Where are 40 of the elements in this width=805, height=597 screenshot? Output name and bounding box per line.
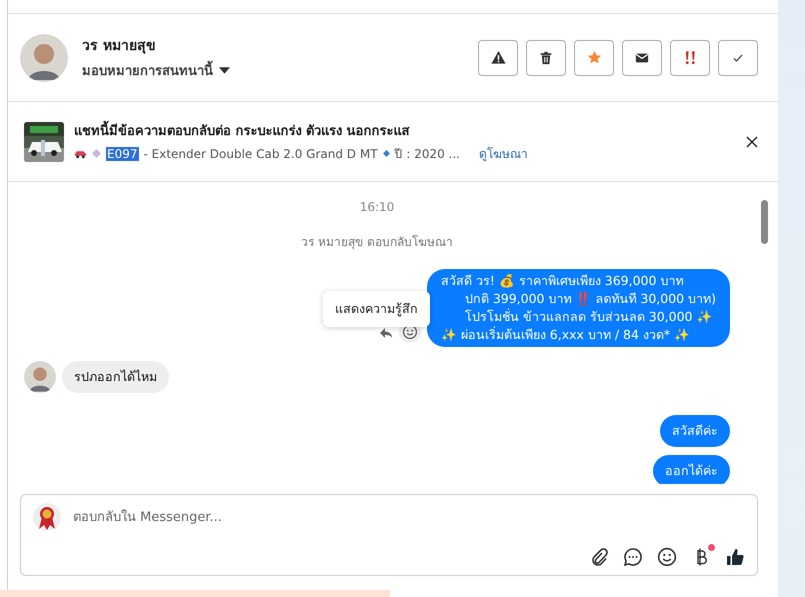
emoji-icon[interactable] (657, 547, 677, 567)
user-avatar (20, 34, 68, 82)
star-icon (586, 50, 602, 65)
ad-year: ปี : 2020 ... (394, 146, 460, 163)
page-avatar (33, 503, 61, 531)
ad-detail: - Extender Double Cab 2.0 Grand D MT (144, 146, 378, 160)
diamond-icon (92, 149, 101, 158)
reply-icon[interactable] (378, 327, 393, 339)
warning-icon (490, 50, 506, 65)
delete-button[interactable] (526, 40, 566, 76)
diamond-icon (382, 150, 390, 157)
thumbs-up-icon[interactable] (725, 547, 745, 567)
ad-title: แชทนี้มีข้อความตอบกลับต่อ กระบะแกร่ง ตัวแรง นอกกระแส (74, 120, 528, 141)
urgent-button[interactable] (670, 40, 710, 76)
car-icon (74, 148, 87, 158)
checkmark-icon (732, 52, 744, 64)
trash-icon (539, 50, 553, 64)
message-text: โปรโมชั่น ข้าวแลกลด รับส่วนลด 30,000 ✨ (464, 308, 714, 326)
spam-button[interactable] (478, 40, 518, 76)
chat-bubble-icon[interactable] (623, 547, 643, 567)
envelope-icon (635, 50, 649, 64)
contact-name: วร หมายสุข (82, 37, 157, 56)
tooltip: แสดงความรู้สึก (323, 291, 430, 327)
message-text: ออกได้ค่ะ (665, 462, 718, 480)
caret-icon (219, 67, 230, 74)
view-ad-link[interactable]: ดูโฆษณา (479, 144, 528, 163)
timestamp: 16:10 (360, 200, 394, 214)
message-text: ปกติ 399,000 บาท ‼ ลดทันที 30,000 บาท) (464, 290, 716, 308)
assign-dropdown[interactable]: มอบหมายการสนทนานี้ (82, 60, 230, 81)
message-text: สวัสดีค่ะ (672, 422, 718, 440)
message-text: สวัสดี วร! 💰 ราคาพิเศษเพียง 369,000 บาท (440, 272, 684, 290)
user-avatar (24, 361, 56, 393)
message-text: รปภออกได้ไหม (74, 368, 157, 386)
close-icon (746, 136, 758, 148)
message-text: ✨ ผ่อนเริ่มต้นเพียง 6,xxx บาท / 84 งวด* ✨ (440, 326, 692, 344)
ad-code: E097 (106, 146, 138, 160)
system-note: วร หมายสุข ตอบกลับโฆษณา (301, 234, 453, 251)
mail-button[interactable] (622, 40, 662, 76)
paperclip-icon[interactable] (589, 547, 609, 567)
star-button[interactable] (574, 40, 614, 76)
